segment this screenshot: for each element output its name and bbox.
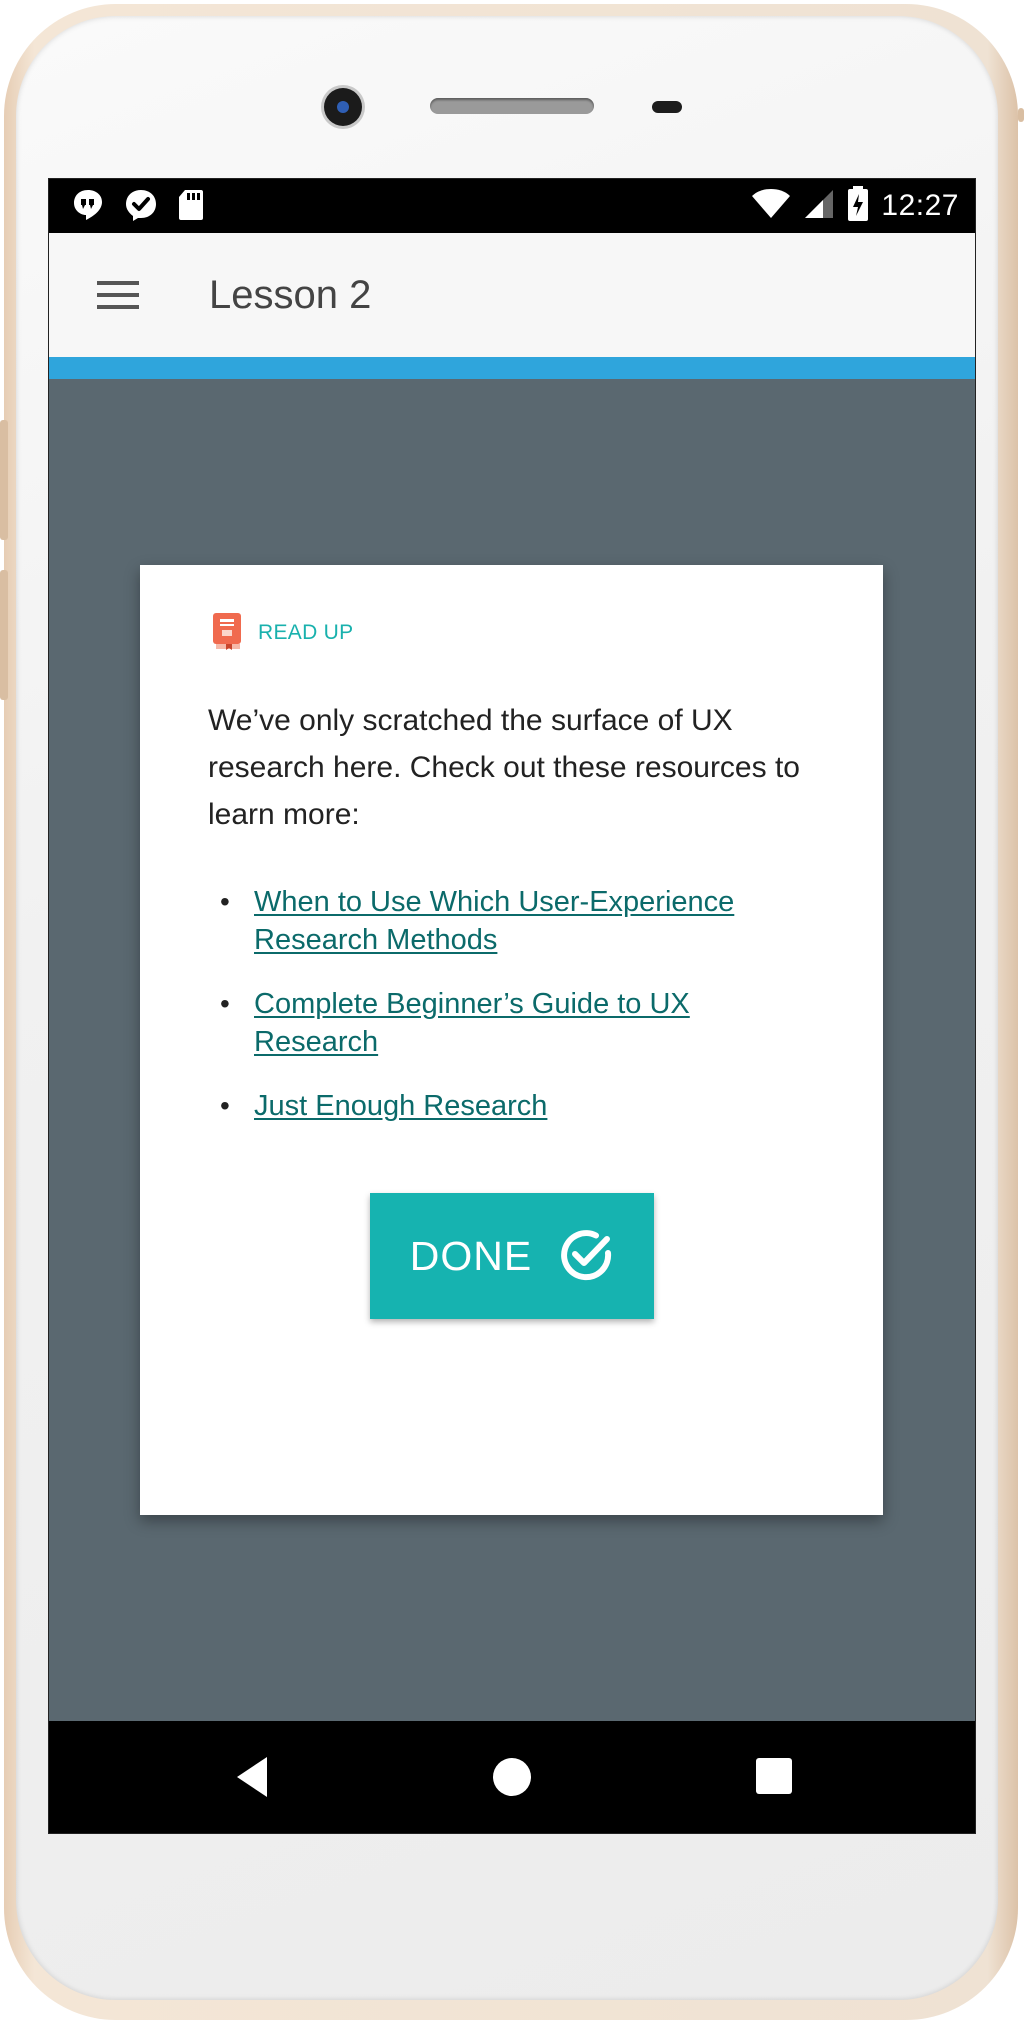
done-button-label: DONE [409, 1232, 533, 1279]
list-item: Just Enough Research [208, 1087, 768, 1125]
recents-icon[interactable] [749, 1751, 801, 1803]
volume-down-key [0, 570, 8, 700]
resource-list: When to Use Which User-Experience Resear… [208, 883, 768, 1151]
card-body-text: We’ve only scratched the surface of UX r… [208, 704, 800, 831]
check-circle-icon [558, 1227, 614, 1286]
home-icon[interactable] [486, 1751, 538, 1803]
proximity-sensor [652, 101, 682, 113]
resource-link-beginners-guide[interactable]: Complete Beginner’s Guide to UX Research [254, 988, 690, 1058]
read-up-card: READ UP We’ve only scratched the surface… [140, 565, 883, 1515]
app-bar: Lesson 2 [49, 233, 975, 357]
sd-card-icon [177, 188, 205, 227]
progress-strip [49, 357, 975, 379]
book-icon [212, 612, 242, 655]
hamburger-menu-icon[interactable] [97, 277, 141, 313]
resource-link-just-enough-research[interactable]: Just Enough Research [254, 1090, 547, 1122]
phone-screen: 12:27 Lesson 2 READ UP We’ve only scratc… [48, 178, 976, 1834]
list-item: When to Use Which User-Experience Resear… [208, 883, 768, 959]
done-button[interactable]: DONE [370, 1193, 654, 1319]
card-header: READ UP [212, 612, 354, 655]
power-key [1018, 108, 1024, 122]
status-bar: 12:27 [49, 179, 975, 233]
cell-signal-icon [803, 188, 835, 225]
card-tag: READ UP [258, 621, 354, 644]
resource-link-research-methods[interactable]: When to Use Which User-Experience Resear… [254, 886, 734, 956]
earpiece-speaker [430, 98, 594, 114]
back-icon[interactable] [229, 1751, 281, 1803]
messenger-check-icon [123, 187, 159, 228]
system-status: 12:27 [751, 179, 959, 233]
front-camera [324, 88, 362, 126]
hangouts-icon [71, 188, 105, 227]
navigation-bar [49, 1721, 975, 1833]
page-title: Lesson 2 [209, 273, 372, 317]
volume-up-key [0, 420, 8, 540]
status-time: 12:27 [881, 189, 959, 222]
wifi-icon [751, 188, 791, 225]
list-item: Complete Beginner’s Guide to UX Research [208, 985, 768, 1061]
battery-charging-icon [847, 185, 869, 227]
notification-icons [71, 187, 205, 227]
